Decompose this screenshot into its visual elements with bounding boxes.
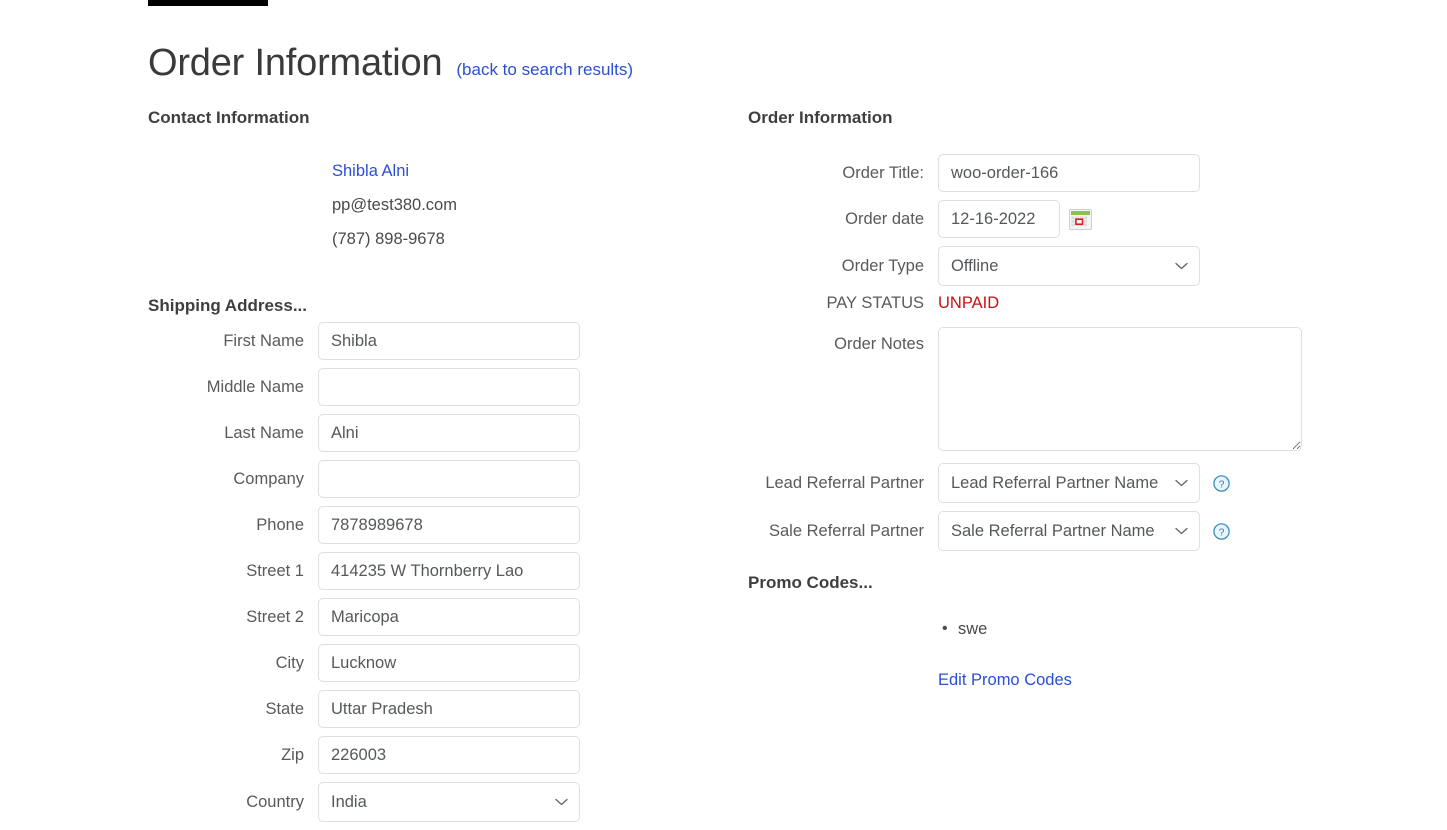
label-state: State — [148, 700, 318, 719]
label-order-title: Order Title: — [748, 164, 938, 183]
order-title-input[interactable] — [938, 154, 1200, 192]
order-notes-textarea[interactable] — [938, 327, 1302, 451]
form-row-phone: Phone — [148, 506, 618, 544]
form-row-street-1: Street 1 — [148, 552, 618, 590]
contact-name-link[interactable]: Shibla Alni — [332, 154, 618, 188]
lead-referral-partner-select[interactable]: Lead Referral Partner Name — [938, 463, 1200, 503]
form-row-first-name: First Name — [148, 322, 618, 360]
contact-information-column: Contact Information Shibla Alni pp@test3… — [148, 108, 618, 830]
order-type-select-wrapper: Offline — [938, 246, 1200, 286]
label-street-2: Street 2 — [148, 608, 318, 627]
page-title: Order Information — [148, 43, 442, 85]
label-zip: Zip — [148, 746, 318, 765]
top-tab-strip — [0, 0, 1447, 6]
last-name-input[interactable] — [318, 414, 580, 452]
form-row-order-date: Order date — [748, 200, 1348, 238]
form-row-country: Country India — [148, 782, 618, 822]
label-first-name: First Name — [148, 332, 318, 351]
street-2-input[interactable] — [318, 598, 580, 636]
help-icon[interactable]: ? — [1213, 475, 1230, 492]
label-street-1: Street 1 — [148, 562, 318, 581]
contact-details: Shibla Alni pp@test380.com (787) 898-967… — [332, 154, 618, 256]
phone-input[interactable] — [318, 506, 580, 544]
label-country: Country — [148, 793, 318, 812]
form-row-lead-referral-partner: Lead Referral Partner Lead Referral Part… — [748, 463, 1348, 503]
label-phone: Phone — [148, 516, 318, 535]
order-information-heading: Order Information — [748, 108, 1348, 128]
zip-input[interactable] — [318, 736, 580, 774]
shipping-address-form: First Name Middle Name Last Name Company… — [148, 322, 618, 822]
label-order-notes: Order Notes — [748, 327, 938, 354]
promo-codes-list: swe — [748, 615, 1348, 643]
list-item: swe — [958, 615, 1348, 643]
label-sale-referral-partner: Sale Referral Partner — [748, 522, 938, 541]
label-city: City — [148, 654, 318, 673]
shipping-address-heading: Shipping Address... — [148, 296, 618, 316]
label-company: Company — [148, 470, 318, 489]
label-pay-status: PAY STATUS — [748, 294, 938, 313]
form-row-pay-status: PAY STATUS UNPAID — [748, 294, 1348, 313]
label-middle-name: Middle Name — [148, 378, 318, 397]
street-1-input[interactable] — [318, 552, 580, 590]
lead-referral-select-wrapper: Lead Referral Partner Name — [938, 463, 1200, 503]
label-last-name: Last Name — [148, 424, 318, 443]
promo-codes-section: Promo Codes... swe Edit Promo Codes — [748, 573, 1348, 690]
country-select-wrapper: India — [318, 782, 580, 822]
form-row-order-title: Order Title: — [748, 154, 1348, 192]
active-tab-indicator[interactable] — [148, 0, 268, 6]
sale-referral-select-wrapper: Sale Referral Partner Name — [938, 511, 1200, 551]
svg-text:?: ? — [1219, 526, 1225, 538]
label-order-type: Order Type — [748, 257, 938, 276]
contact-email: pp@test380.com — [332, 188, 618, 222]
label-lead-referral-partner: Lead Referral Partner — [748, 474, 938, 493]
page-header: Order Information (back to search result… — [148, 18, 633, 111]
order-date-input[interactable] — [938, 200, 1060, 238]
form-row-last-name: Last Name — [148, 414, 618, 452]
form-row-company: Company — [148, 460, 618, 498]
first-name-input[interactable] — [318, 322, 580, 360]
country-select[interactable]: India — [318, 782, 580, 822]
calendar-icon[interactable] — [1069, 209, 1092, 230]
pay-status-badge: UNPAID — [938, 294, 999, 313]
contact-phone: (787) 898-9678 — [332, 222, 618, 256]
form-row-city: City — [148, 644, 618, 682]
order-information-column: Order Information Order Title: Order dat… — [748, 108, 1348, 690]
form-row-state: State — [148, 690, 618, 728]
contact-information-heading: Contact Information — [148, 108, 618, 128]
form-row-zip: Zip — [148, 736, 618, 774]
order-type-select[interactable]: Offline — [938, 246, 1200, 286]
form-row-order-notes: Order Notes — [748, 327, 1348, 451]
form-row-middle-name: Middle Name — [148, 368, 618, 406]
edit-promo-codes-link[interactable]: Edit Promo Codes — [938, 671, 1072, 690]
state-input[interactable] — [318, 690, 580, 728]
city-input[interactable] — [318, 644, 580, 682]
sale-referral-partner-select[interactable]: Sale Referral Partner Name — [938, 511, 1200, 551]
svg-text:?: ? — [1219, 478, 1225, 490]
back-to-search-results-link[interactable]: (back to search results) — [456, 60, 633, 80]
help-icon[interactable]: ? — [1213, 523, 1230, 540]
order-information-form: Order Title: Order date — [748, 154, 1348, 551]
promo-codes-heading: Promo Codes... — [748, 573, 1348, 593]
middle-name-input[interactable] — [318, 368, 580, 406]
form-row-sale-referral-partner: Sale Referral Partner Sale Referral Part… — [748, 511, 1348, 551]
form-row-order-type: Order Type Offline — [748, 246, 1348, 286]
company-input[interactable] — [318, 460, 580, 498]
label-order-date: Order date — [748, 210, 938, 229]
form-row-street-2: Street 2 — [148, 598, 618, 636]
